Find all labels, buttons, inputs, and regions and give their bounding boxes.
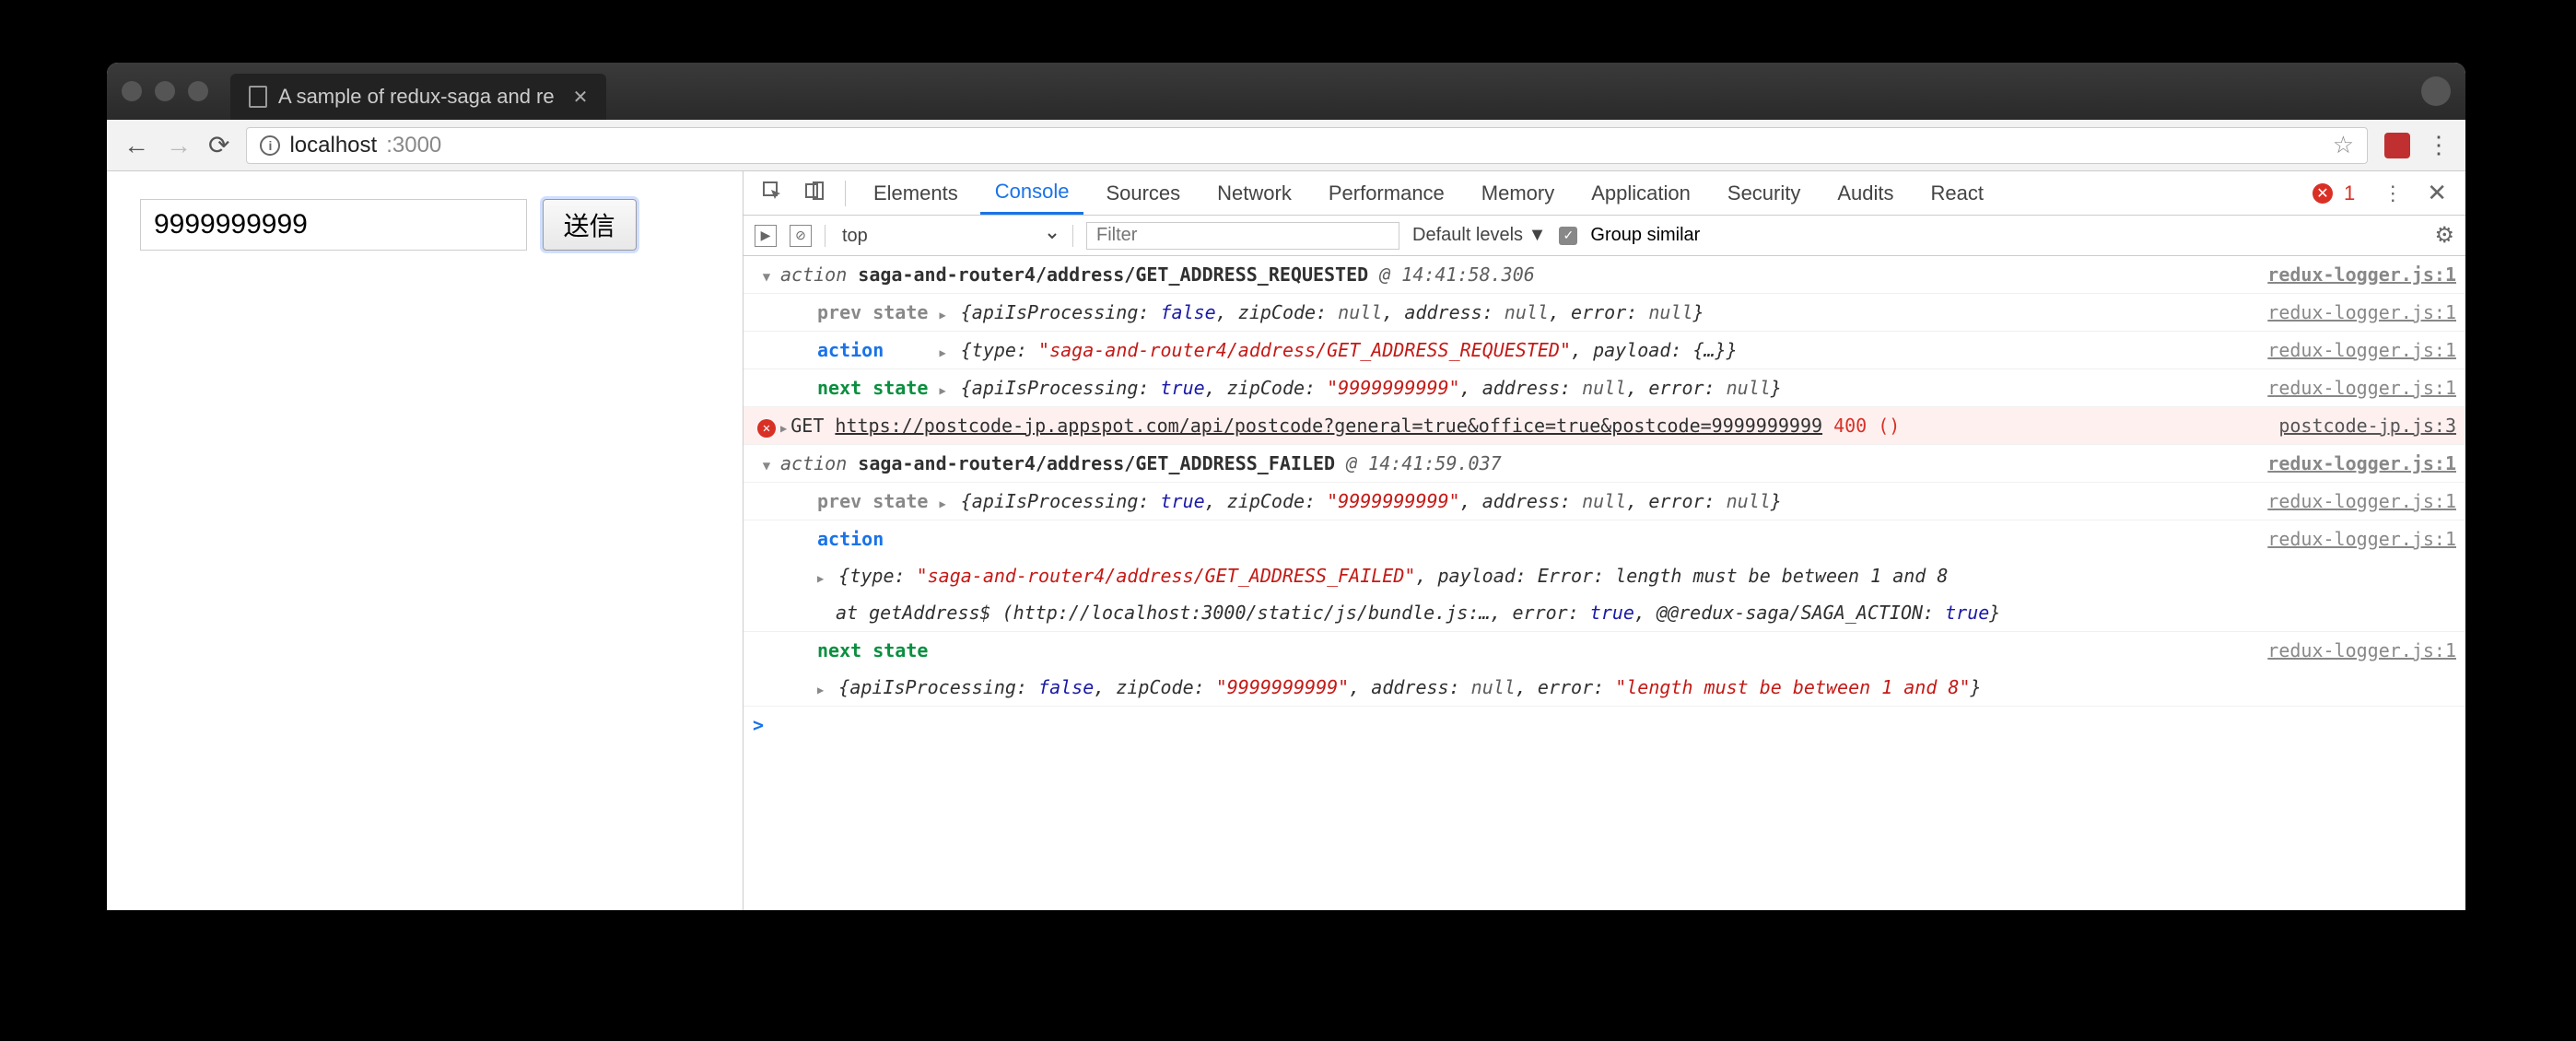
titlebar: A sample of redux-saga and re ✕ xyxy=(107,63,2465,120)
tab-network[interactable]: Network xyxy=(1202,171,1306,215)
source-link[interactable]: redux-logger.js:1 xyxy=(2256,449,2456,478)
tab-performance[interactable]: Performance xyxy=(1314,171,1459,215)
tab-console[interactable]: Console xyxy=(980,171,1084,215)
expand-object-icon[interactable] xyxy=(939,301,949,323)
source-link[interactable]: redux-logger.js:1 xyxy=(2256,260,2456,289)
profile-avatar-icon[interactable] xyxy=(2421,76,2451,106)
action-name: saga-and-router4/address/GET_ADDRESS_FAI… xyxy=(858,452,1335,474)
source-link[interactable]: redux-logger.js:1 xyxy=(2256,636,2456,665)
log-action: action redux-logger.js:1 xyxy=(744,520,2465,557)
expand-toggle-icon[interactable] xyxy=(753,260,780,289)
tab-application[interactable]: Application xyxy=(1576,171,1705,215)
log-next-state: next state {apiIsProcessing: true, zipCo… xyxy=(744,369,2465,407)
back-button[interactable]: ← xyxy=(123,131,149,160)
source-link[interactable]: redux-logger.js:1 xyxy=(2256,524,2456,554)
close-devtools-icon[interactable]: ✕ xyxy=(2419,179,2454,207)
expand-object-icon[interactable] xyxy=(939,377,949,399)
log-error: ✕ GET https://postcode-jp.appspot.com/ap… xyxy=(744,407,2465,445)
tab-security[interactable]: Security xyxy=(1713,171,1815,215)
tab-title: A sample of redux-saga and re xyxy=(278,85,555,109)
tab-react[interactable]: React xyxy=(1916,171,1998,215)
address-input[interactable]: i localhost :3000 ☆ xyxy=(246,127,2368,164)
log-action-detail: at getAddress$ (http://localhost:3000/st… xyxy=(744,594,2465,632)
console-filter-input[interactable] xyxy=(1086,222,1399,250)
devtools-menu-icon[interactable]: ⋮ xyxy=(2373,181,2412,205)
log-action: action {type: "saga-and-router4/address/… xyxy=(744,332,2465,369)
source-link[interactable]: redux-logger.js:1 xyxy=(2256,486,2456,516)
console-toolbar: ▶ ⊘ top Default levels ▼ ✓ Group similar… xyxy=(744,216,2465,256)
log-prev-state: prev state {apiIsProcessing: true, zipCo… xyxy=(744,483,2465,520)
http-status: 400 () xyxy=(1822,415,1900,437)
url-port: :3000 xyxy=(386,133,441,158)
bookmark-star-icon[interactable]: ☆ xyxy=(2333,131,2354,159)
close-window-button[interactable] xyxy=(122,81,142,101)
expand-object-icon[interactable] xyxy=(817,676,827,698)
source-link[interactable]: redux-logger.js:1 xyxy=(2256,373,2456,403)
action-name: saga-and-router4/address/GET_ADDRESS_REQ… xyxy=(858,263,1368,286)
group-similar-checkbox[interactable]: ✓ xyxy=(1559,227,1577,245)
expand-object-icon[interactable] xyxy=(939,490,949,512)
context-select[interactable]: top xyxy=(838,225,1060,247)
tab-audits[interactable]: Audits xyxy=(1822,171,1908,215)
console-prompt[interactable]: > xyxy=(744,707,2465,743)
source-link[interactable]: redux-logger.js:1 xyxy=(2256,298,2456,327)
site-info-icon[interactable]: i xyxy=(260,135,280,156)
devtools-tabbar: Elements Console Sources Network Perform… xyxy=(744,171,2465,216)
minimize-window-button[interactable] xyxy=(155,81,175,101)
console-output: action saga-and-router4/address/GET_ADDR… xyxy=(744,256,2465,910)
browser-tab[interactable]: A sample of redux-saga and re ✕ xyxy=(230,74,606,120)
source-link[interactable]: postcode-jp.js:3 xyxy=(2267,411,2456,440)
log-group-header[interactable]: action saga-and-router4/address/GET_ADDR… xyxy=(744,256,2465,294)
devtools-panel: Elements Console Sources Network Perform… xyxy=(743,171,2465,910)
log-action-detail: {type: "saga-and-router4/address/GET_ADD… xyxy=(744,557,2465,594)
error-count-badge[interactable]: ✕ xyxy=(2313,183,2333,204)
error-icon: ✕ xyxy=(757,419,776,438)
source-link[interactable]: redux-logger.js:1 xyxy=(2256,335,2456,365)
url-host: localhost xyxy=(289,133,377,158)
tab-sources[interactable]: Sources xyxy=(1091,171,1195,215)
console-settings-icon[interactable]: ⚙ xyxy=(2434,222,2454,249)
log-next-state-detail: {apiIsProcessing: false, zipCode: "99999… xyxy=(744,669,2465,707)
extension-icon[interactable] xyxy=(2384,133,2410,158)
clear-console-icon[interactable]: ⊘ xyxy=(790,225,812,247)
page-icon xyxy=(249,86,267,108)
expand-toggle-icon[interactable] xyxy=(753,449,780,478)
traffic-lights xyxy=(122,81,208,101)
error-count: 1 xyxy=(2344,181,2355,205)
maximize-window-button[interactable] xyxy=(188,81,208,101)
content-area: 送信 Elements Console Sources Network Perf… xyxy=(107,171,2465,910)
expand-object-icon[interactable] xyxy=(939,339,949,361)
submit-button[interactable]: 送信 xyxy=(543,199,637,251)
group-similar-label: Group similar xyxy=(1590,225,1700,246)
tab-elements[interactable]: Elements xyxy=(859,171,973,215)
request-url[interactable]: https://postcode-jp.appspot.com/api/post… xyxy=(835,415,1822,437)
log-levels-dropdown[interactable]: Default levels ▼ xyxy=(1412,225,1546,246)
tab-close-icon[interactable]: ✕ xyxy=(573,86,589,109)
expand-object-icon[interactable] xyxy=(780,415,790,437)
zipcode-input[interactable] xyxy=(140,199,527,251)
reload-button[interactable]: ⟳ xyxy=(208,130,229,160)
log-prev-state: prev state {apiIsProcessing: false, zipC… xyxy=(744,294,2465,332)
inspect-element-icon[interactable] xyxy=(755,175,790,212)
device-toolbar-icon[interactable] xyxy=(797,175,832,212)
url-bar: ← → ⟳ i localhost :3000 ☆ ⋮ xyxy=(107,120,2465,171)
log-next-state: next state redux-logger.js:1 xyxy=(744,632,2465,669)
forward-button[interactable]: → xyxy=(166,131,192,160)
tab-memory[interactable]: Memory xyxy=(1467,171,1569,215)
page-content: 送信 xyxy=(107,171,743,910)
browser-window: A sample of redux-saga and re ✕ ← → ⟳ i … xyxy=(107,63,2465,910)
log-group-header[interactable]: action saga-and-router4/address/GET_ADDR… xyxy=(744,445,2465,483)
expand-object-icon[interactable] xyxy=(817,565,827,587)
browser-menu-icon[interactable]: ⋮ xyxy=(2427,131,2449,159)
execution-context-icon[interactable]: ▶ xyxy=(755,225,777,247)
